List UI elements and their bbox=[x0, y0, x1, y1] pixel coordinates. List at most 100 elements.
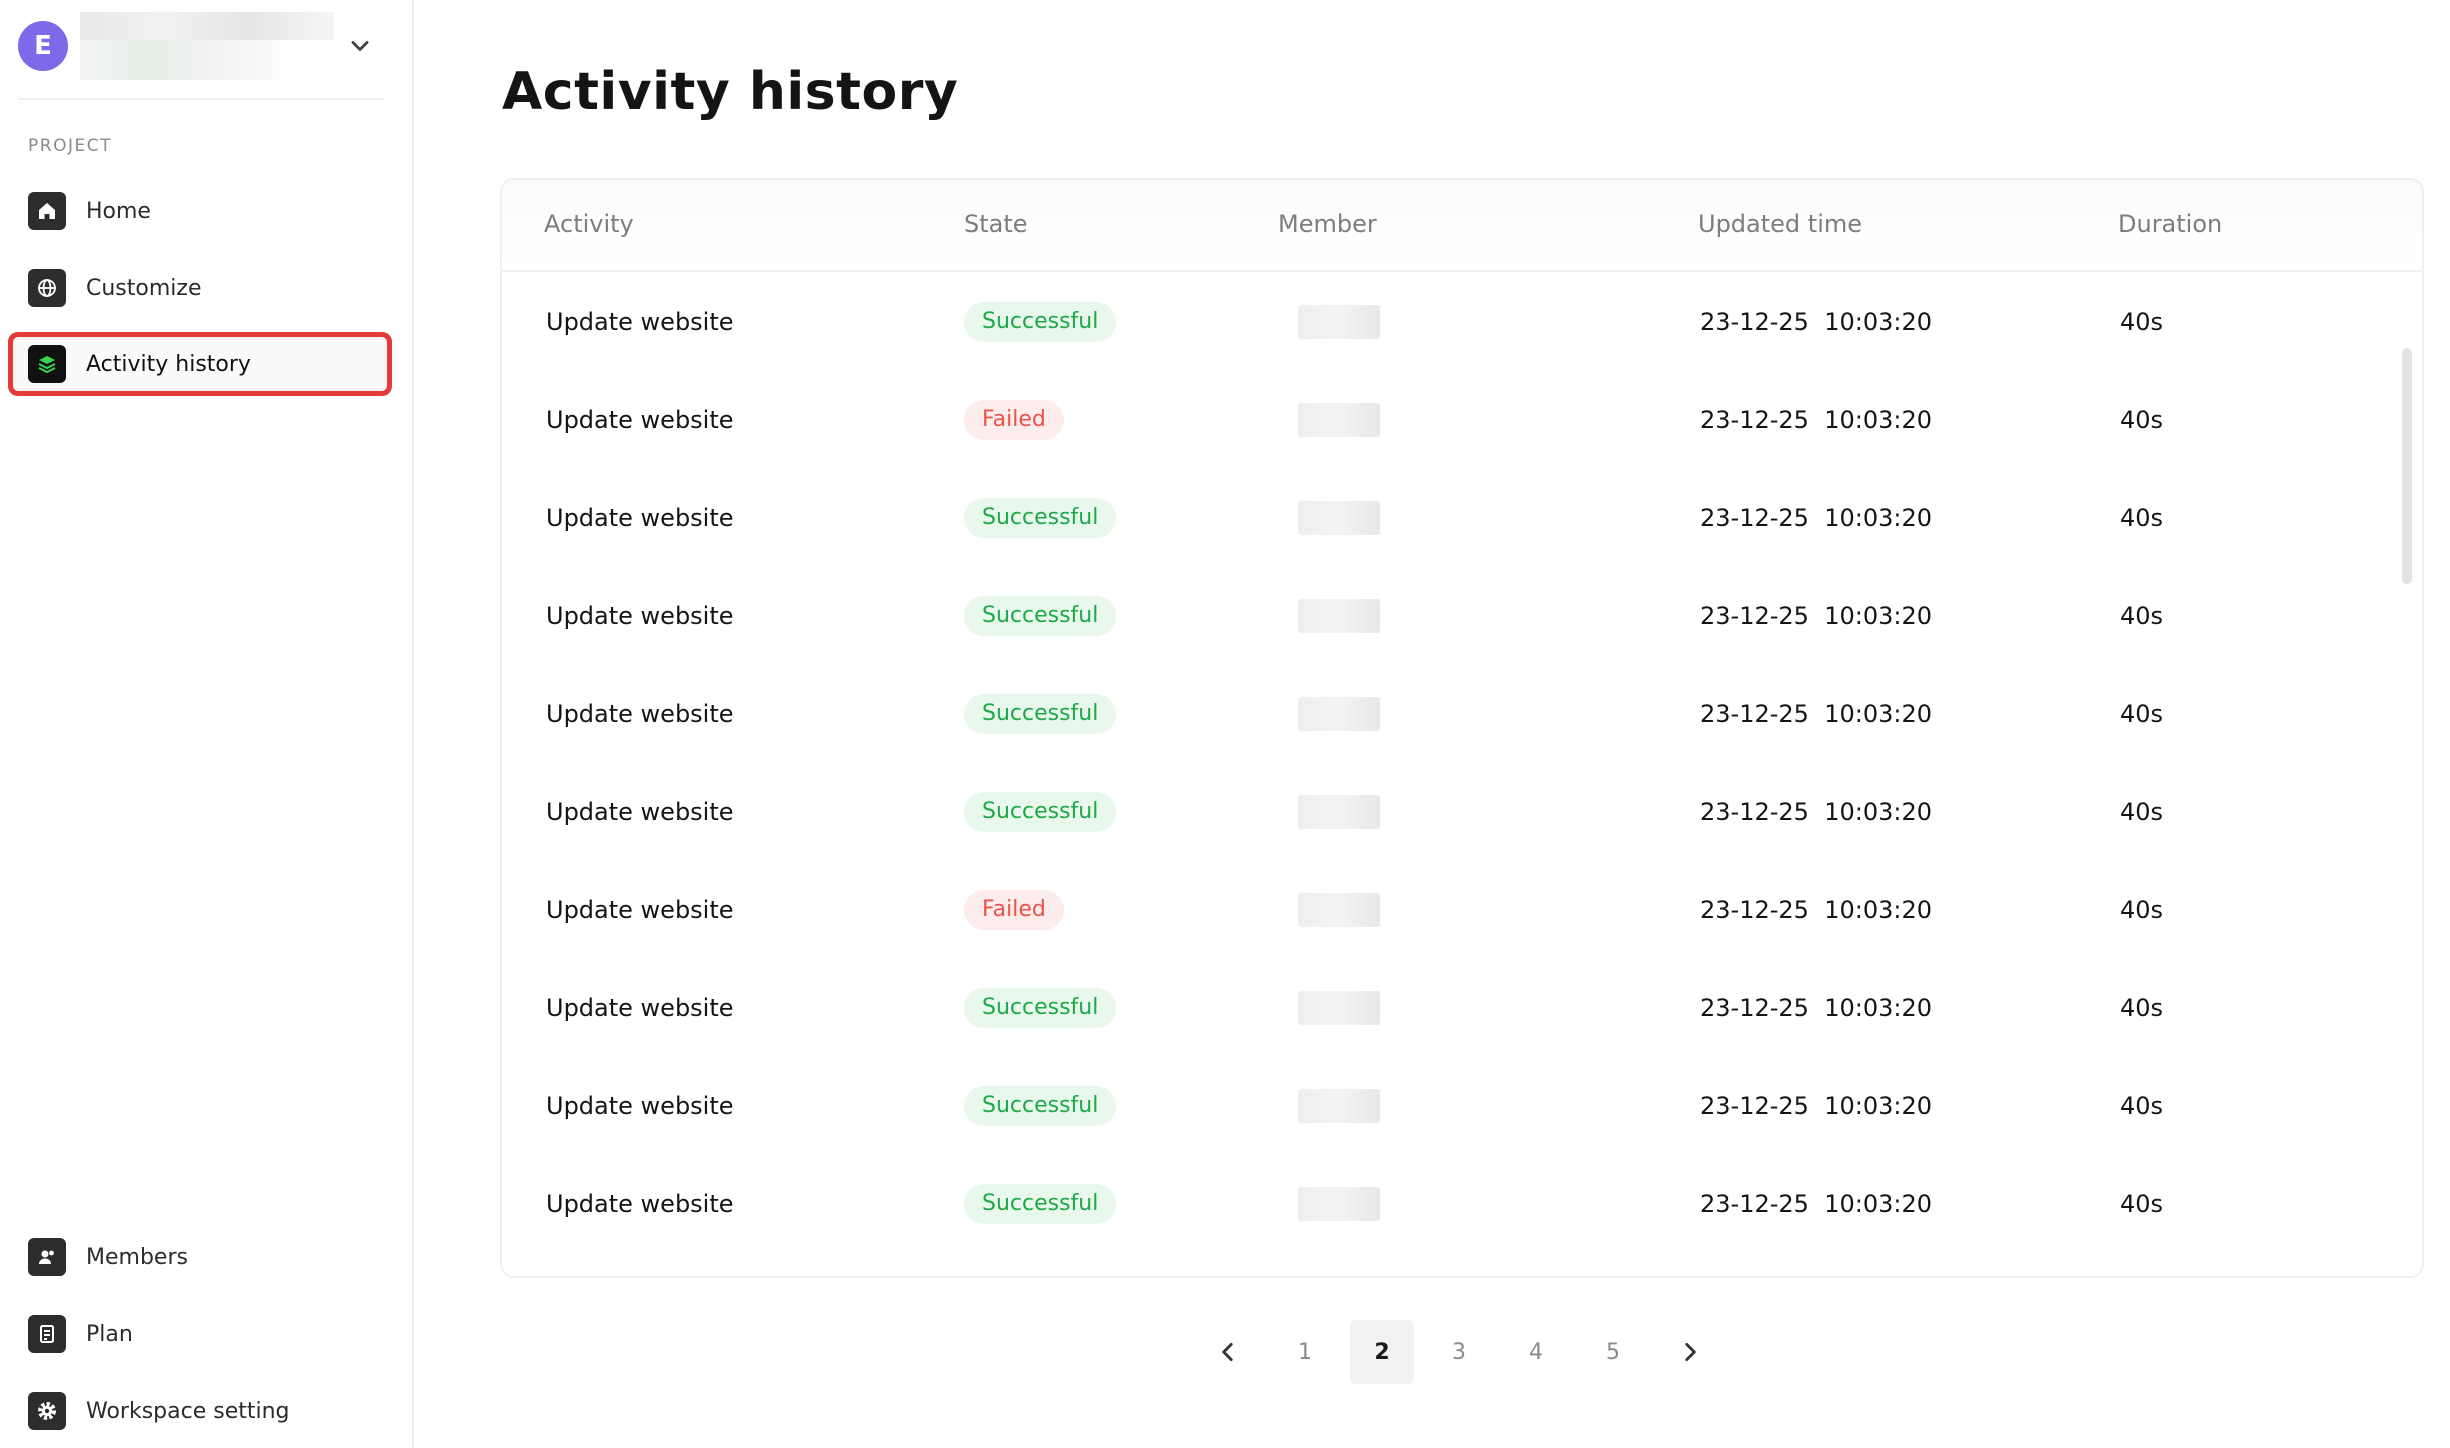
workspace-switcher[interactable]: E bbox=[18, 12, 388, 80]
status-badge: Successful bbox=[964, 1184, 1117, 1224]
sidebar: E PROJECT Home Customize Activity histor… bbox=[0, 0, 414, 1448]
activity-cell: Update website bbox=[546, 1190, 734, 1218]
home-icon bbox=[28, 192, 66, 230]
table-row[interactable]: Update website Failed 23-12-25 10:03:20 40s bbox=[502, 861, 2422, 959]
updated-time-cell: 23-12-25 10:03:20 bbox=[1700, 504, 1932, 532]
duration-cell: 40s bbox=[2120, 896, 2164, 924]
status-badge: Successful bbox=[964, 596, 1117, 636]
table-row[interactable]: Update website Successful 23-12-25 10:03:2… bbox=[502, 273, 2422, 371]
sidebar-divider bbox=[18, 98, 384, 100]
table-row[interactable]: Update website Failed 23-12-25 10:03:20 40s bbox=[502, 371, 2422, 469]
member-avatar-redacted bbox=[1298, 305, 1380, 339]
status-badge: Successful bbox=[964, 988, 1117, 1028]
member-avatar-redacted bbox=[1298, 1187, 1380, 1221]
plan-icon bbox=[28, 1315, 66, 1353]
updated-time-cell: 23-12-25 10:03:20 bbox=[1700, 896, 1932, 924]
page-button-5[interactable]: 5 bbox=[1581, 1320, 1645, 1384]
state-cell: Successful bbox=[964, 273, 1117, 371]
chevron-left-icon bbox=[1222, 1343, 1233, 1361]
chevron-down-icon[interactable] bbox=[346, 32, 374, 60]
column-header-duration[interactable]: Duration bbox=[2118, 210, 2222, 238]
state-cell: Successful bbox=[964, 567, 1117, 665]
activity-table: Activity State Member Updated time Durat… bbox=[500, 178, 2424, 1278]
page-button-4[interactable]: 4 bbox=[1504, 1320, 1568, 1384]
duration-cell: 40s bbox=[2120, 504, 2164, 532]
gear-icon bbox=[28, 1392, 66, 1430]
workspace-name-redacted bbox=[74, 12, 344, 80]
sidebar-item-customize[interactable]: Customize bbox=[8, 260, 392, 316]
sidebar-item-activity-history[interactable]: Activity history bbox=[8, 332, 392, 396]
app-root: E PROJECT Home Customize Activity histor… bbox=[0, 0, 2450, 1448]
state-cell: Successful bbox=[964, 469, 1117, 567]
table-row[interactable]: Update website Successful 23-12-25 10:03:2… bbox=[502, 959, 2422, 1057]
updated-time-cell: 23-12-25 10:03:20 bbox=[1700, 798, 1932, 826]
table-row[interactable]: Update website Successful 23-12-25 10:03:2… bbox=[502, 1155, 2422, 1253]
table-row[interactable]: Update website Successful 23-12-25 10:03:2… bbox=[502, 665, 2422, 763]
workspace-avatar: E bbox=[18, 21, 68, 71]
updated-time-cell: 23-12-25 10:03:20 bbox=[1700, 406, 1932, 434]
page-button-3[interactable]: 3 bbox=[1427, 1320, 1491, 1384]
duration-cell: 40s bbox=[2120, 602, 2164, 630]
sidebar-item-label: Workspace setting bbox=[86, 1398, 290, 1424]
updated-time-cell: 23-12-25 10:03:20 bbox=[1700, 602, 1932, 630]
column-header-updated-time[interactable]: Updated time bbox=[1698, 210, 1862, 238]
table-row[interactable]: Update website Successful 23-12-25 10:03:2… bbox=[502, 763, 2422, 861]
updated-time-cell: 23-12-25 10:03:20 bbox=[1700, 1190, 1932, 1218]
sidebar-item-home[interactable]: Home bbox=[8, 183, 392, 239]
activity-cell: Update website bbox=[546, 994, 734, 1022]
sidebar-item-label: Home bbox=[86, 198, 151, 224]
page-button-2[interactable]: 2 bbox=[1350, 1320, 1414, 1384]
state-cell: Failed bbox=[964, 861, 1064, 959]
state-cell: Successful bbox=[964, 959, 1117, 1057]
table-header: Activity State Member Updated time Durat… bbox=[502, 180, 2422, 272]
status-badge: Successful bbox=[964, 498, 1117, 538]
updated-time-cell: 23-12-25 10:03:20 bbox=[1700, 994, 1932, 1022]
status-badge: Successful bbox=[964, 694, 1117, 734]
next-page-button[interactable] bbox=[1658, 1320, 1722, 1384]
layers-icon bbox=[28, 345, 66, 383]
table-row[interactable]: Update website Successful 23-12-25 10:03:2… bbox=[502, 567, 2422, 665]
activity-cell: Update website bbox=[546, 1092, 734, 1120]
activity-cell: Update website bbox=[546, 602, 734, 630]
activity-cell: Update website bbox=[546, 406, 734, 434]
status-badge: Successful bbox=[964, 792, 1117, 832]
activity-cell: Update website bbox=[546, 308, 734, 336]
prev-page-button[interactable] bbox=[1196, 1320, 1260, 1384]
member-avatar-redacted bbox=[1298, 1089, 1380, 1123]
member-cell bbox=[1298, 1155, 1380, 1253]
page-button-1[interactable]: 1 bbox=[1273, 1320, 1337, 1384]
column-header-state[interactable]: State bbox=[964, 210, 1028, 238]
column-header-member[interactable]: Member bbox=[1278, 210, 1377, 238]
duration-cell: 40s bbox=[2120, 700, 2164, 728]
status-badge: Failed bbox=[964, 400, 1064, 440]
sidebar-item-label: Members bbox=[86, 1244, 188, 1270]
duration-cell: 40s bbox=[2120, 994, 2164, 1022]
duration-cell: 40s bbox=[2120, 308, 2164, 336]
sidebar-item-label: Activity history bbox=[86, 351, 251, 377]
member-cell bbox=[1298, 469, 1380, 567]
member-cell bbox=[1298, 861, 1380, 959]
member-cell bbox=[1298, 371, 1380, 469]
member-cell bbox=[1298, 665, 1380, 763]
table-row[interactable]: Update website Successful 23-12-25 10:03:2… bbox=[502, 1057, 2422, 1155]
member-cell bbox=[1298, 1057, 1380, 1155]
globe-icon bbox=[28, 269, 66, 307]
chevron-right-icon bbox=[1685, 1343, 1696, 1361]
member-avatar-redacted bbox=[1298, 501, 1380, 535]
duration-cell: 40s bbox=[2120, 1190, 2164, 1218]
sidebar-item-plan[interactable]: Plan bbox=[8, 1306, 392, 1362]
page-title: Activity history bbox=[502, 62, 959, 122]
member-cell bbox=[1298, 763, 1380, 861]
column-header-activity[interactable]: Activity bbox=[544, 210, 634, 238]
table-scrollbar[interactable] bbox=[2402, 348, 2412, 584]
duration-cell: 40s bbox=[2120, 1092, 2164, 1120]
sidebar-item-label: Plan bbox=[86, 1321, 133, 1347]
pagination: 1 2 3 4 5 bbox=[1196, 1320, 1735, 1384]
table-row[interactable]: Update website Successful 23-12-25 10:03:2… bbox=[502, 469, 2422, 567]
sidebar-item-workspace-setting[interactable]: Workspace setting bbox=[8, 1383, 392, 1439]
status-badge: Successful bbox=[964, 1086, 1117, 1126]
sidebar-item-members[interactable]: Members bbox=[8, 1229, 392, 1285]
state-cell: Successful bbox=[964, 1057, 1117, 1155]
member-avatar-redacted bbox=[1298, 697, 1380, 731]
sidebar-item-label: Customize bbox=[86, 275, 202, 301]
